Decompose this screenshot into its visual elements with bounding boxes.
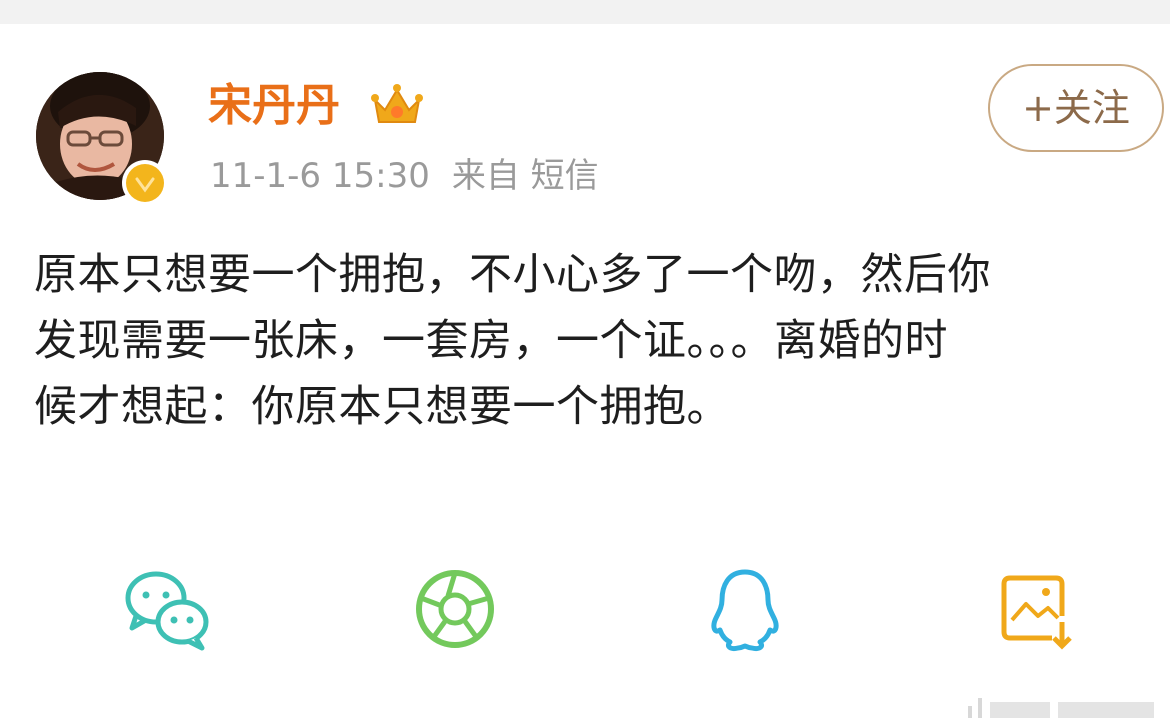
qq-icon [711, 569, 779, 651]
share-wechat-button[interactable] [122, 564, 212, 654]
verified-badge [122, 160, 168, 206]
moments-icon [416, 570, 494, 648]
follow-button[interactable]: +关注 [988, 64, 1164, 152]
top-bar [0, 0, 1170, 24]
verified-icon [135, 177, 155, 193]
crown-icon [371, 84, 423, 123]
post-card: 宋丹丹 11-1-6 15:30 来自 短信 +关注 原本只想要一个拥抱，不小心多… [0, 24, 1170, 718]
watermark-icon [968, 698, 1154, 718]
share-qq-button[interactable] [700, 564, 790, 654]
post-meta: 11-1-6 15:30 来自 短信 [210, 156, 599, 196]
wechat-icon [125, 571, 209, 651]
post-timestamp: 11-1-6 15:30 [210, 156, 430, 196]
post-text: 原本只想要一个拥抱，不小心多了一个吻，然后你 发现需要一张床，一套房，一个证。。… [34, 250, 991, 432]
save-image-icon [1001, 575, 1072, 650]
save-image-button[interactable] [990, 564, 1080, 654]
username[interactable]: 宋丹丹 [208, 80, 340, 132]
post-source: 来自 短信 [451, 156, 599, 196]
share-moments-button[interactable] [410, 564, 500, 654]
